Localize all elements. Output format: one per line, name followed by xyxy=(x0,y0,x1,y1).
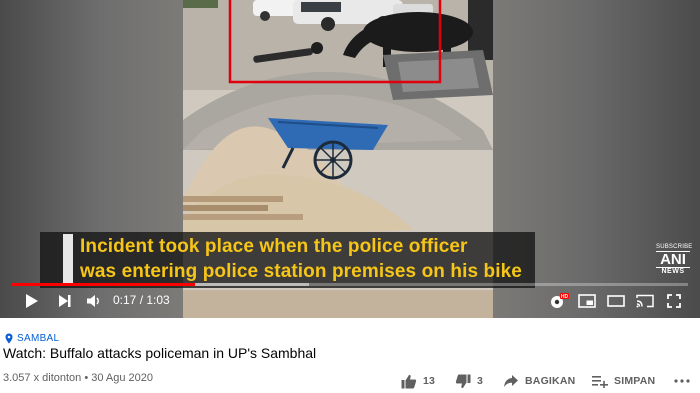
next-icon xyxy=(59,295,71,307)
more-actions-button[interactable] xyxy=(674,372,690,390)
theater-icon xyxy=(607,295,625,307)
settings-hd-icon: HD xyxy=(551,293,569,308)
like-button[interactable]: 13 xyxy=(401,372,435,390)
location-pin-icon xyxy=(5,333,13,344)
progress-played xyxy=(12,283,195,286)
cast-icon xyxy=(636,294,654,308)
next-button[interactable] xyxy=(56,290,74,312)
like-count: 13 xyxy=(423,375,436,387)
progress-bar[interactable] xyxy=(12,283,688,286)
watermark-news: NEWS xyxy=(661,268,685,275)
watermark-subscribe: SUBSCRIBE xyxy=(656,244,693,250)
share-button[interactable]: BAGIKAN xyxy=(503,372,575,390)
settings-button[interactable]: HD xyxy=(548,290,570,312)
video-actions: 13 3 BAGIKAN SIMPAN xyxy=(0,372,700,390)
play-icon xyxy=(26,294,38,308)
playlist-add-icon xyxy=(592,376,608,388)
miniplayer-button[interactable] xyxy=(577,290,597,312)
watermark-brand: ANI xyxy=(656,251,690,268)
dislike-count: 3 xyxy=(477,375,484,387)
miniplayer-icon xyxy=(578,294,596,308)
fullscreen-icon xyxy=(667,294,681,308)
theater-button[interactable] xyxy=(606,290,626,312)
share-label: BAGIKAN xyxy=(525,375,576,387)
video-player[interactable]: Incident took place when the police offi… xyxy=(0,0,700,318)
play-button[interactable] xyxy=(22,290,42,312)
thumbs-up-icon xyxy=(401,374,417,388)
save-label: SIMPAN xyxy=(614,375,656,387)
caption-accent-bar xyxy=(63,234,73,286)
share-icon xyxy=(504,375,518,387)
player-controls: 0:17 / 1:03 HD xyxy=(0,288,700,314)
caption-line-2: was entering police station premises on … xyxy=(80,261,522,282)
more-horizontal-icon xyxy=(674,379,690,383)
dislike-button[interactable]: 3 xyxy=(455,372,483,390)
volume-button[interactable] xyxy=(84,290,104,312)
hd-badge: HD xyxy=(561,294,569,300)
thumbs-down-icon xyxy=(455,374,471,388)
fullscreen-button[interactable] xyxy=(665,290,683,312)
channel-name: SAMBAL xyxy=(17,333,60,344)
cast-button[interactable] xyxy=(635,290,655,312)
channel-tag[interactable]: SAMBAL xyxy=(5,333,59,344)
volume-icon xyxy=(87,295,99,307)
caption-line-1: Incident took place when the police offi… xyxy=(80,236,468,257)
time-display: 0:17 / 1:03 xyxy=(113,293,170,307)
video-info: SAMBAL Watch: Buffalo attacks policeman … xyxy=(0,318,700,393)
ani-news-watermark: SUBSCRIBE ANI NEWS xyxy=(656,244,693,276)
video-title: Watch: Buffalo attacks policeman in UP's… xyxy=(3,345,317,361)
save-button[interactable]: SIMPAN xyxy=(592,372,655,390)
